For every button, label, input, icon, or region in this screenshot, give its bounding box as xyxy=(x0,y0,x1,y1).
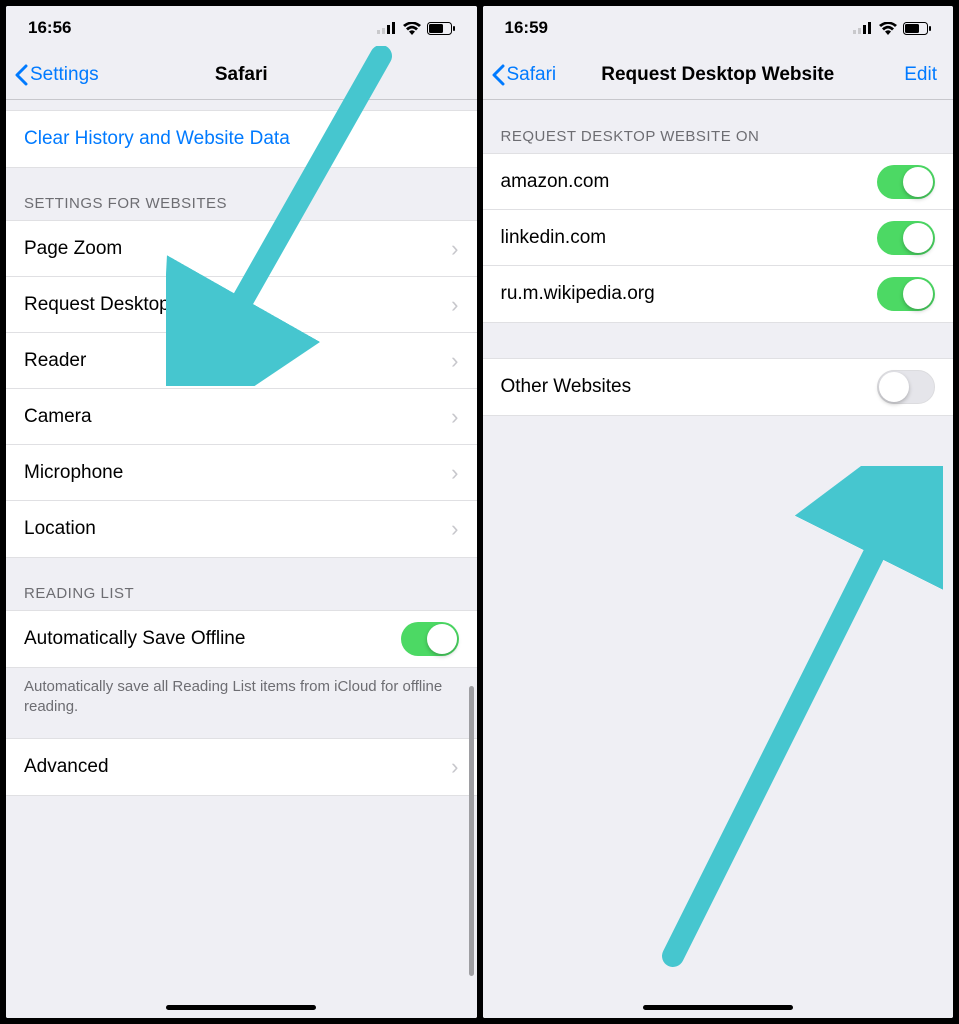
chevron-left-icon xyxy=(14,64,28,86)
back-button[interactable]: Safari xyxy=(491,64,557,86)
camera-label: Camera xyxy=(24,406,92,428)
status-indicators xyxy=(853,22,931,35)
site-row-wikipedia[interactable]: ru.m.wikipedia.org xyxy=(483,266,954,322)
advanced-label: Advanced xyxy=(24,756,109,778)
status-bar: 16:56 xyxy=(6,6,477,50)
status-time: 16:59 xyxy=(505,18,548,38)
location-label: Location xyxy=(24,518,96,540)
back-label: Settings xyxy=(30,64,99,86)
site-toggle[interactable] xyxy=(877,277,935,311)
site-toggle[interactable] xyxy=(877,165,935,199)
scroll-indicator[interactable] xyxy=(469,686,474,976)
advanced-cell[interactable]: Advanced › xyxy=(6,739,477,795)
back-label: Safari xyxy=(507,64,557,86)
site-row-amazon[interactable]: amazon.com xyxy=(483,154,954,210)
chevron-right-icon: › xyxy=(451,404,458,430)
request-desktop-cell[interactable]: Request Desktop Website › xyxy=(6,277,477,333)
reader-label: Reader xyxy=(24,350,86,372)
chevron-right-icon: › xyxy=(451,292,458,318)
chevron-right-icon: › xyxy=(451,236,458,262)
edit-button[interactable]: Edit xyxy=(904,64,937,86)
home-indicator[interactable] xyxy=(643,1005,793,1010)
section-header-reading: READING LIST xyxy=(6,557,477,610)
site-domain: linkedin.com xyxy=(501,227,607,249)
status-time: 16:56 xyxy=(28,18,71,38)
battery-icon xyxy=(903,22,931,35)
clear-history-cell[interactable]: Clear History and Website Data xyxy=(6,111,477,167)
site-toggle[interactable] xyxy=(877,221,935,255)
phone-right-request-desktop: 16:59 Safari Request Desktop Website Edi… xyxy=(483,6,954,1018)
chevron-right-icon: › xyxy=(451,460,458,486)
status-indicators xyxy=(377,22,455,35)
battery-icon xyxy=(427,22,455,35)
home-indicator[interactable] xyxy=(166,1005,316,1010)
status-bar: 16:59 xyxy=(483,6,954,50)
nav-title: Safari xyxy=(215,64,268,86)
site-row-linkedin[interactable]: linkedin.com xyxy=(483,210,954,266)
page-zoom-label: Page Zoom xyxy=(24,238,122,260)
nav-bar: Safari Request Desktop Website Edit xyxy=(483,50,954,100)
nav-bar: Settings Safari xyxy=(6,50,477,100)
nav-title: Request Desktop Website xyxy=(601,64,834,86)
settings-content[interactable]: Clear History and Website Data SETTINGS … xyxy=(6,100,477,1018)
section-header-on: REQUEST DESKTOP WEBSITE ON xyxy=(483,100,954,153)
chevron-right-icon: › xyxy=(451,754,458,780)
auto-save-footer: Automatically save all Reading List item… xyxy=(6,667,477,738)
location-cell[interactable]: Location › xyxy=(6,501,477,557)
auto-save-toggle[interactable] xyxy=(401,622,459,656)
auto-save-label: Automatically Save Offline xyxy=(24,628,245,650)
wifi-icon xyxy=(879,22,897,35)
clear-history-label: Clear History and Website Data xyxy=(24,128,290,150)
auto-save-offline-cell[interactable]: Automatically Save Offline xyxy=(6,611,477,667)
microphone-label: Microphone xyxy=(24,462,123,484)
page-zoom-cell[interactable]: Page Zoom › xyxy=(6,221,477,277)
section-header-websites: SETTINGS FOR WEBSITES xyxy=(6,167,477,220)
phone-left-safari-settings: 16:56 Settings Safari Clear History and … xyxy=(6,6,477,1018)
site-domain: ru.m.wikipedia.org xyxy=(501,283,655,305)
desktop-content[interactable]: REQUEST DESKTOP WEBSITE ON amazon.com li… xyxy=(483,100,954,1018)
other-websites-cell[interactable]: Other Websites xyxy=(483,359,954,415)
wifi-icon xyxy=(403,22,421,35)
microphone-cell[interactable]: Microphone › xyxy=(6,445,477,501)
chevron-right-icon: › xyxy=(451,516,458,542)
chevron-right-icon: › xyxy=(451,348,458,374)
chevron-left-icon xyxy=(491,64,505,86)
cellular-icon xyxy=(853,22,873,34)
site-domain: amazon.com xyxy=(501,171,610,193)
camera-cell[interactable]: Camera › xyxy=(6,389,477,445)
reader-cell[interactable]: Reader › xyxy=(6,333,477,389)
request-desktop-label: Request Desktop Website xyxy=(24,294,243,316)
other-websites-toggle[interactable] xyxy=(877,370,935,404)
cellular-icon xyxy=(377,22,397,34)
back-button[interactable]: Settings xyxy=(14,64,99,86)
other-websites-label: Other Websites xyxy=(501,376,632,398)
